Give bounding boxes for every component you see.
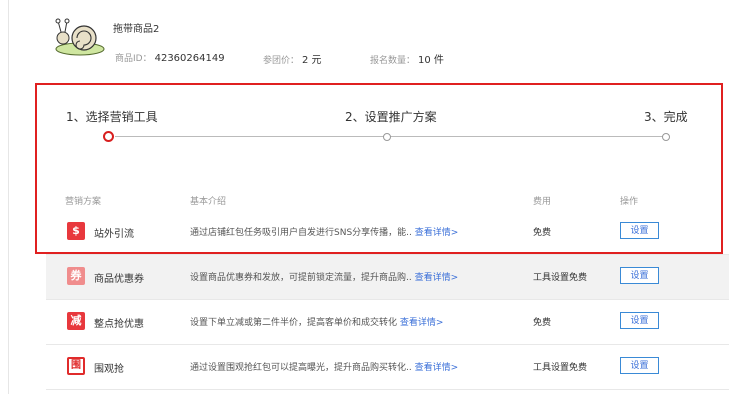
tool-name: 围观抢 (94, 364, 124, 375)
step-3-label: 3、完成 (644, 110, 688, 124)
view-details-link[interactable]: 查看详情> (400, 318, 444, 328)
table-row: 减 整点抢优惠 设置下单立减或第二件半价，提高客单价和成交转化 查看详情> 免费… (46, 300, 729, 345)
tools-table-header: 营销方案 基本介绍 费用 操作 (46, 188, 729, 211)
tool-desc: 设置下单立减或第二件半价，提高客单价和成交转化 查看详情> (190, 318, 444, 328)
tool-fee: 免费 (533, 318, 552, 328)
setup-button[interactable]: 设置 (620, 312, 659, 329)
tool-fee: 工具设置免费 (533, 363, 588, 373)
setup-button[interactable]: 设置 (620, 222, 659, 239)
group-buy-icon: 围 (67, 357, 85, 375)
product-card: 拖带商品2 商品ID： 42360264149 参团价： 2 元 报名数量： 10 件 (8, 0, 729, 77)
view-details-link[interactable]: 查看详情> (415, 228, 459, 238)
tool-fee: 工具设置免费 (533, 273, 588, 283)
table-row: 券 商品优惠券 设置商品优惠券和发放，可提前锁定流量，提升商品购.. 查看详情>… (46, 255, 729, 300)
tool-desc: 设置商品优惠券和发放，可提前锁定流量，提升商品购.. 查看详情> (190, 273, 459, 283)
step-3-dot (662, 133, 670, 141)
view-details-link[interactable]: 查看详情> (415, 273, 459, 283)
setup-button[interactable]: 设置 (620, 267, 659, 284)
product-count: 报名数量： 10 件 (370, 55, 444, 66)
coupon-icon: 券 (67, 267, 85, 285)
step-1-dot (103, 131, 114, 142)
header-intro: 基本介绍 (190, 197, 227, 207)
step-2-label: 2、设置推广方案 (345, 110, 437, 124)
tool-desc: 通过店铺红包任务吸引用户自发进行SNS分享传播，能.. 查看详情> (190, 228, 459, 238)
tool-fee: 免费 (533, 228, 552, 238)
tool-name: 整点抢优惠 (94, 319, 144, 330)
snail-avatar-icon (55, 18, 105, 56)
view-details-link[interactable]: 查看详情> (415, 363, 459, 373)
step-progress-track (115, 136, 667, 137)
tool-name: 商品优惠券 (94, 274, 144, 285)
table-row: $ 站外引流 通过店铺红包任务吸引用户自发进行SNS分享传播，能.. 查看详情>… (46, 210, 729, 255)
step-1-label: 1、选择营销工具 (66, 110, 158, 124)
product-price: 参团价： 2 元 (263, 55, 322, 66)
header-plan: 营销方案 (65, 197, 102, 207)
money-bag-icon: $ (67, 222, 85, 240)
table-row: 围 围观抢 通过设置围观抢红包可以提高曝光，提升商品购买转化.. 查看详情> 工… (46, 345, 729, 390)
step-2-dot (383, 133, 391, 141)
setup-button[interactable]: 设置 (620, 357, 659, 374)
product-id: 商品ID： 42360264149 (115, 53, 225, 64)
product-name: 拖带商品2 (113, 24, 160, 35)
header-fee: 费用 (533, 197, 552, 207)
tool-desc: 通过设置围观抢红包可以提高曝光，提升商品购买转化.. 查看详情> (190, 363, 459, 373)
header-action: 操作 (620, 197, 639, 207)
tool-name: 站外引流 (94, 229, 134, 240)
discount-icon: 减 (67, 312, 85, 330)
